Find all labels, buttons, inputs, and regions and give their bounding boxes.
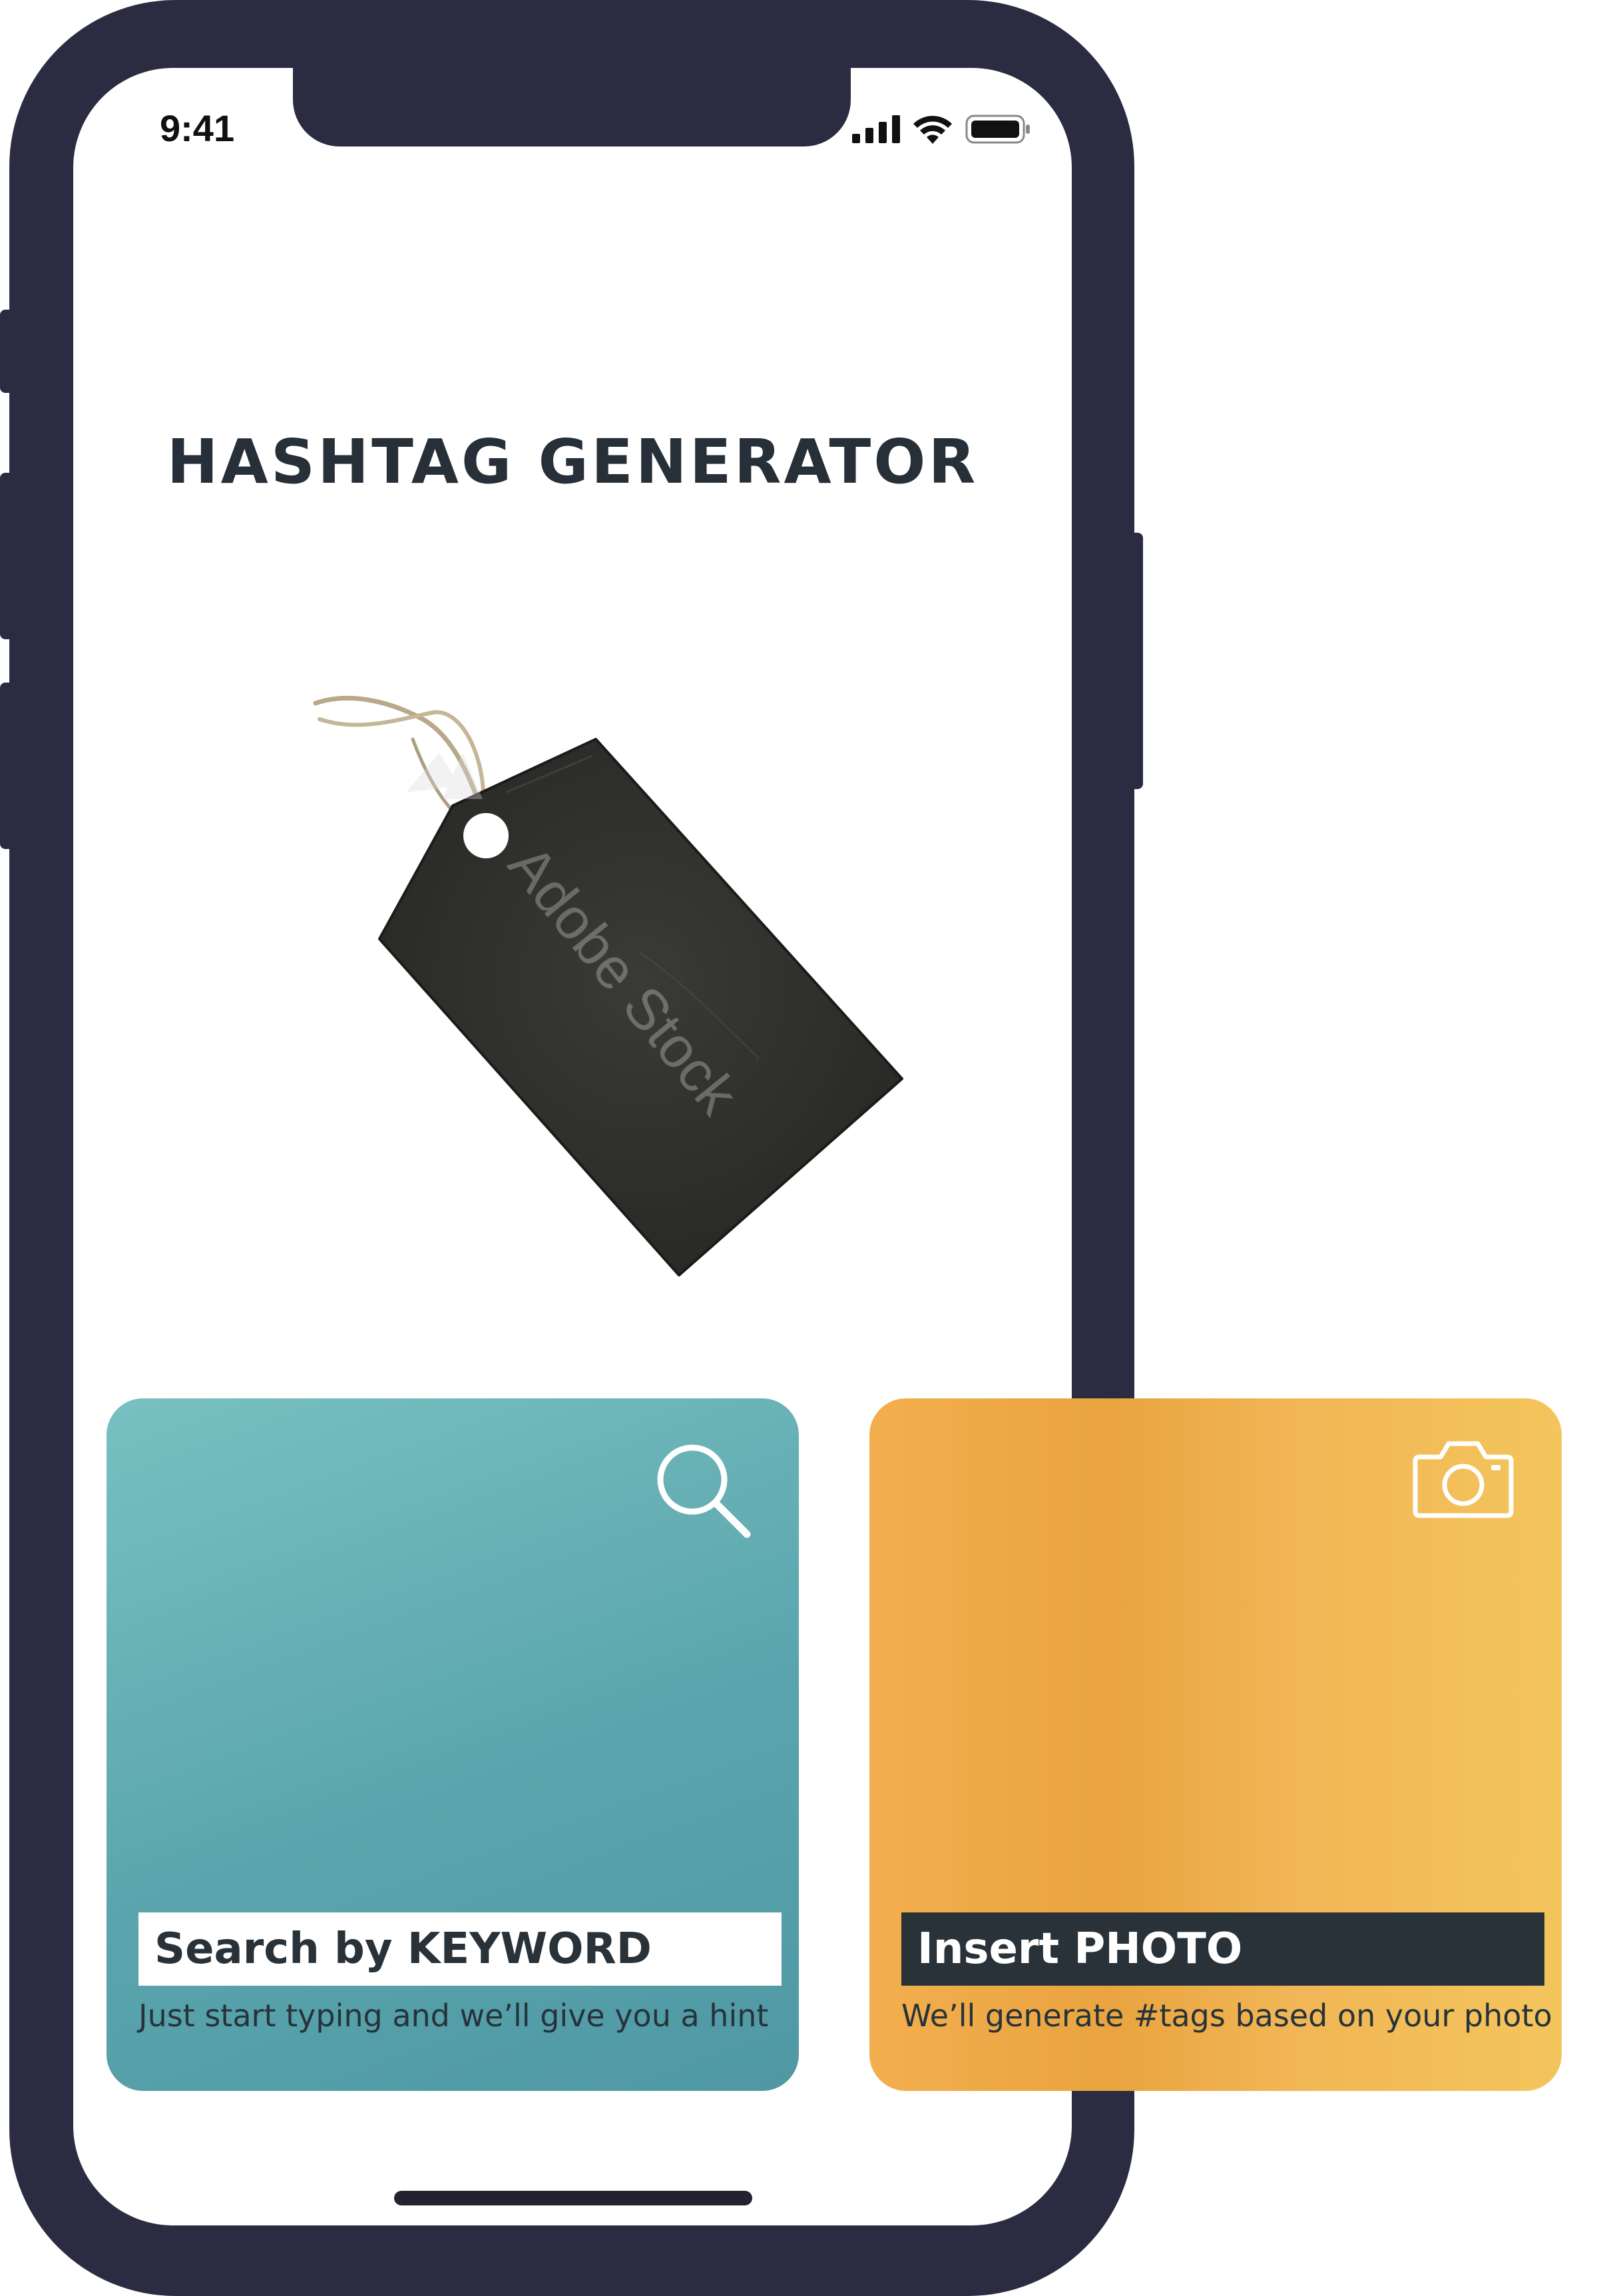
photo-card-label: Insert PHOTO bbox=[901, 1912, 1544, 1986]
price-tag-image: Adobe Stock bbox=[313, 696, 903, 1277]
insert-photo-card[interactable]: Insert PHOTO We’ll generate #tags based … bbox=[869, 1398, 1562, 2091]
notch bbox=[293, 68, 851, 146]
volume-down-button bbox=[0, 683, 16, 849]
mute-switch bbox=[0, 310, 16, 393]
wifi-icon bbox=[913, 115, 952, 144]
home-indicator[interactable] bbox=[394, 2191, 752, 2205]
search-card-description: Just start typing and we’ll give you a h… bbox=[138, 1998, 769, 2034]
app-title: HASHTAG GENERATOR bbox=[166, 426, 979, 497]
photo-card-description: We’ll generate #tags based on your photo bbox=[901, 1998, 1552, 2034]
status-time: 9:41 bbox=[160, 107, 235, 149]
volume-up-button bbox=[0, 473, 16, 639]
power-button bbox=[1128, 533, 1143, 789]
search-by-keyword-card[interactable]: Search by KEYWORD Just start typing and … bbox=[107, 1398, 799, 2091]
battery-icon bbox=[965, 115, 1030, 144]
status-icons bbox=[852, 115, 1031, 144]
camera-icon bbox=[1413, 1441, 1514, 1518]
search-icon bbox=[657, 1444, 751, 1538]
search-card-label: Search by KEYWORD bbox=[138, 1912, 782, 1986]
cellular-signal-icon bbox=[852, 115, 900, 143]
